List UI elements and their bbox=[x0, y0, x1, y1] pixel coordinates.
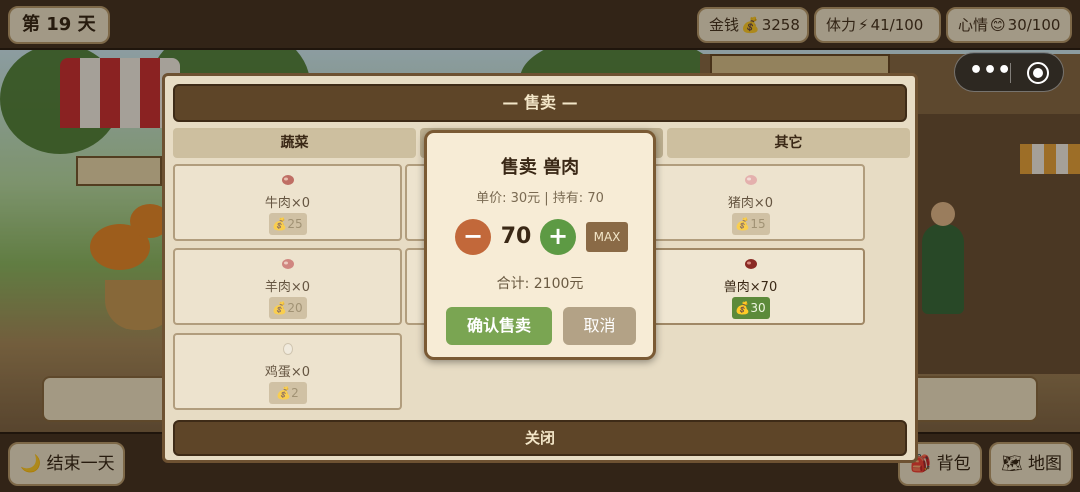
increase-quantity-button[interactable]: + bbox=[540, 219, 576, 255]
item-price: 💰30 bbox=[731, 297, 770, 319]
pork-icon bbox=[638, 174, 863, 188]
sell-dialog: 售卖 兽肉 单价: 30元 | 持有: 70 − 70 + MAX 合计: 21… bbox=[424, 130, 656, 360]
item-price: 💰15 bbox=[731, 213, 770, 235]
capsule-divider bbox=[1010, 63, 1011, 83]
item-card-beef[interactable]: 牛肉×0 💰25 bbox=[173, 164, 402, 241]
game-meat-icon bbox=[638, 258, 863, 272]
item-name: 牛肉×0 bbox=[264, 196, 311, 211]
item-price: 💰20 bbox=[268, 297, 307, 319]
coin-bag-icon: 💰 bbox=[735, 217, 751, 231]
confirm-sell-button[interactable]: 确认售卖 bbox=[446, 307, 552, 345]
item-card-lamb[interactable]: 羊肉×0 💰20 bbox=[173, 248, 402, 325]
quantity-value: 70 bbox=[500, 224, 532, 249]
quantity-stepper: − 70 + MAX bbox=[427, 219, 653, 255]
total-price: 合计: 2100元 bbox=[496, 276, 584, 292]
close-panel-button[interactable]: 关闭 bbox=[173, 420, 907, 456]
item-name: 鸡蛋×0 bbox=[264, 365, 311, 380]
sell-panel-title: — 售卖 — bbox=[173, 84, 907, 122]
miniprogram-capsule: ••• bbox=[954, 52, 1064, 92]
coin-bag-icon: 💰 bbox=[272, 301, 288, 315]
decrease-quantity-button[interactable]: − bbox=[455, 219, 491, 255]
egg-icon bbox=[175, 343, 400, 357]
close-miniprogram-icon[interactable] bbox=[1027, 62, 1049, 84]
item-card-egg[interactable]: 鸡蛋×0 💰2 bbox=[173, 333, 402, 410]
item-price: 💰25 bbox=[268, 213, 307, 235]
lamb-icon bbox=[175, 258, 400, 272]
item-price: 💰2 bbox=[268, 382, 307, 404]
item-name: 猪肉×0 bbox=[727, 196, 774, 211]
item-name: 羊肉×0 bbox=[264, 280, 311, 295]
coin-bag-icon: 💰 bbox=[276, 386, 292, 400]
tab-other[interactable]: 其它 bbox=[667, 128, 910, 158]
more-menu-icon[interactable]: ••• bbox=[969, 60, 1011, 85]
max-quantity-button[interactable]: MAX bbox=[586, 222, 628, 252]
item-card-game-meat[interactable]: 兽肉×70 💰30 bbox=[636, 248, 865, 325]
coin-bag-icon: 💰 bbox=[272, 217, 288, 231]
tab-vegetables[interactable]: 蔬菜 bbox=[173, 128, 416, 158]
cancel-button[interactable]: 取消 bbox=[563, 307, 636, 345]
item-card-pork[interactable]: 猪肉×0 💰15 bbox=[636, 164, 865, 241]
dialog-title: 售卖 兽肉 bbox=[500, 157, 580, 178]
unit-price-and-stock: 单价: 30元 | 持有: 70 bbox=[476, 191, 604, 206]
item-name: 兽肉×70 bbox=[723, 280, 778, 295]
coin-bag-icon: 💰 bbox=[735, 301, 751, 315]
beef-icon bbox=[175, 174, 400, 188]
